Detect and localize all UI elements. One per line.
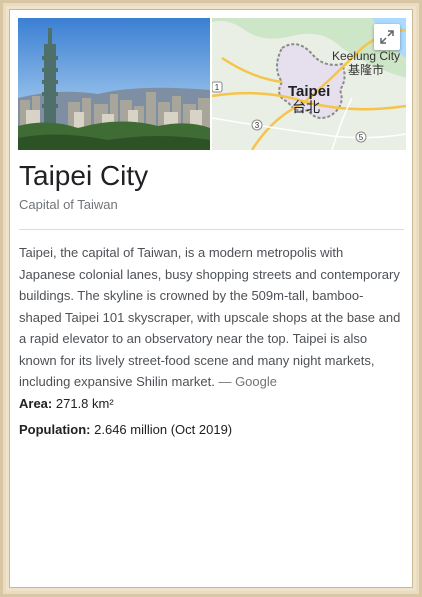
location-map[interactable]: 1 3 5 Keelung City 基隆市 Taipei 台北 [212, 18, 406, 150]
entity-subtitle: Capital of Taiwan [19, 197, 118, 212]
map-label-taipei: Taipei [288, 83, 330, 100]
fact-population: Population: 2.646 million (Oct 2019) [19, 422, 232, 437]
divider [19, 229, 404, 230]
road-shield-label: 5 [359, 133, 364, 142]
map-label-keelung-zh: 基隆市 [348, 62, 384, 77]
expand-map-button[interactable] [374, 24, 400, 50]
road-shield-label: 1 [215, 83, 220, 92]
fact-value: 2.646 million (Oct 2019) [94, 422, 233, 437]
expand-icon [380, 30, 394, 44]
map-label-keelung: Keelung City [332, 49, 400, 63]
map-label-taipei-zh: 台北 [292, 100, 320, 116]
fact-label[interactable]: Area: [19, 396, 52, 411]
road-shield-label: 3 [255, 121, 260, 130]
city-skyline-photo[interactable] [18, 18, 210, 150]
entity-description: Taipei, the capital of Taiwan, is a mode… [19, 242, 403, 393]
entity-title: Taipei City [19, 160, 149, 191]
description-source-link[interactable]: — Google [218, 374, 277, 389]
media-strip: 1 3 5 Keelung City 基隆市 Taipei 台北 [18, 18, 406, 150]
fact-value: 271.8 km² [55, 396, 114, 411]
knowledge-panel: 1 3 5 Keelung City 基隆市 Taipei 台北 Taipei … [10, 10, 412, 587]
description-text: Taipei, the capital of Taiwan, is a mode… [19, 245, 401, 389]
fact-area: Area: 271.8 km² [19, 396, 114, 411]
fact-label[interactable]: Population: [19, 422, 91, 437]
